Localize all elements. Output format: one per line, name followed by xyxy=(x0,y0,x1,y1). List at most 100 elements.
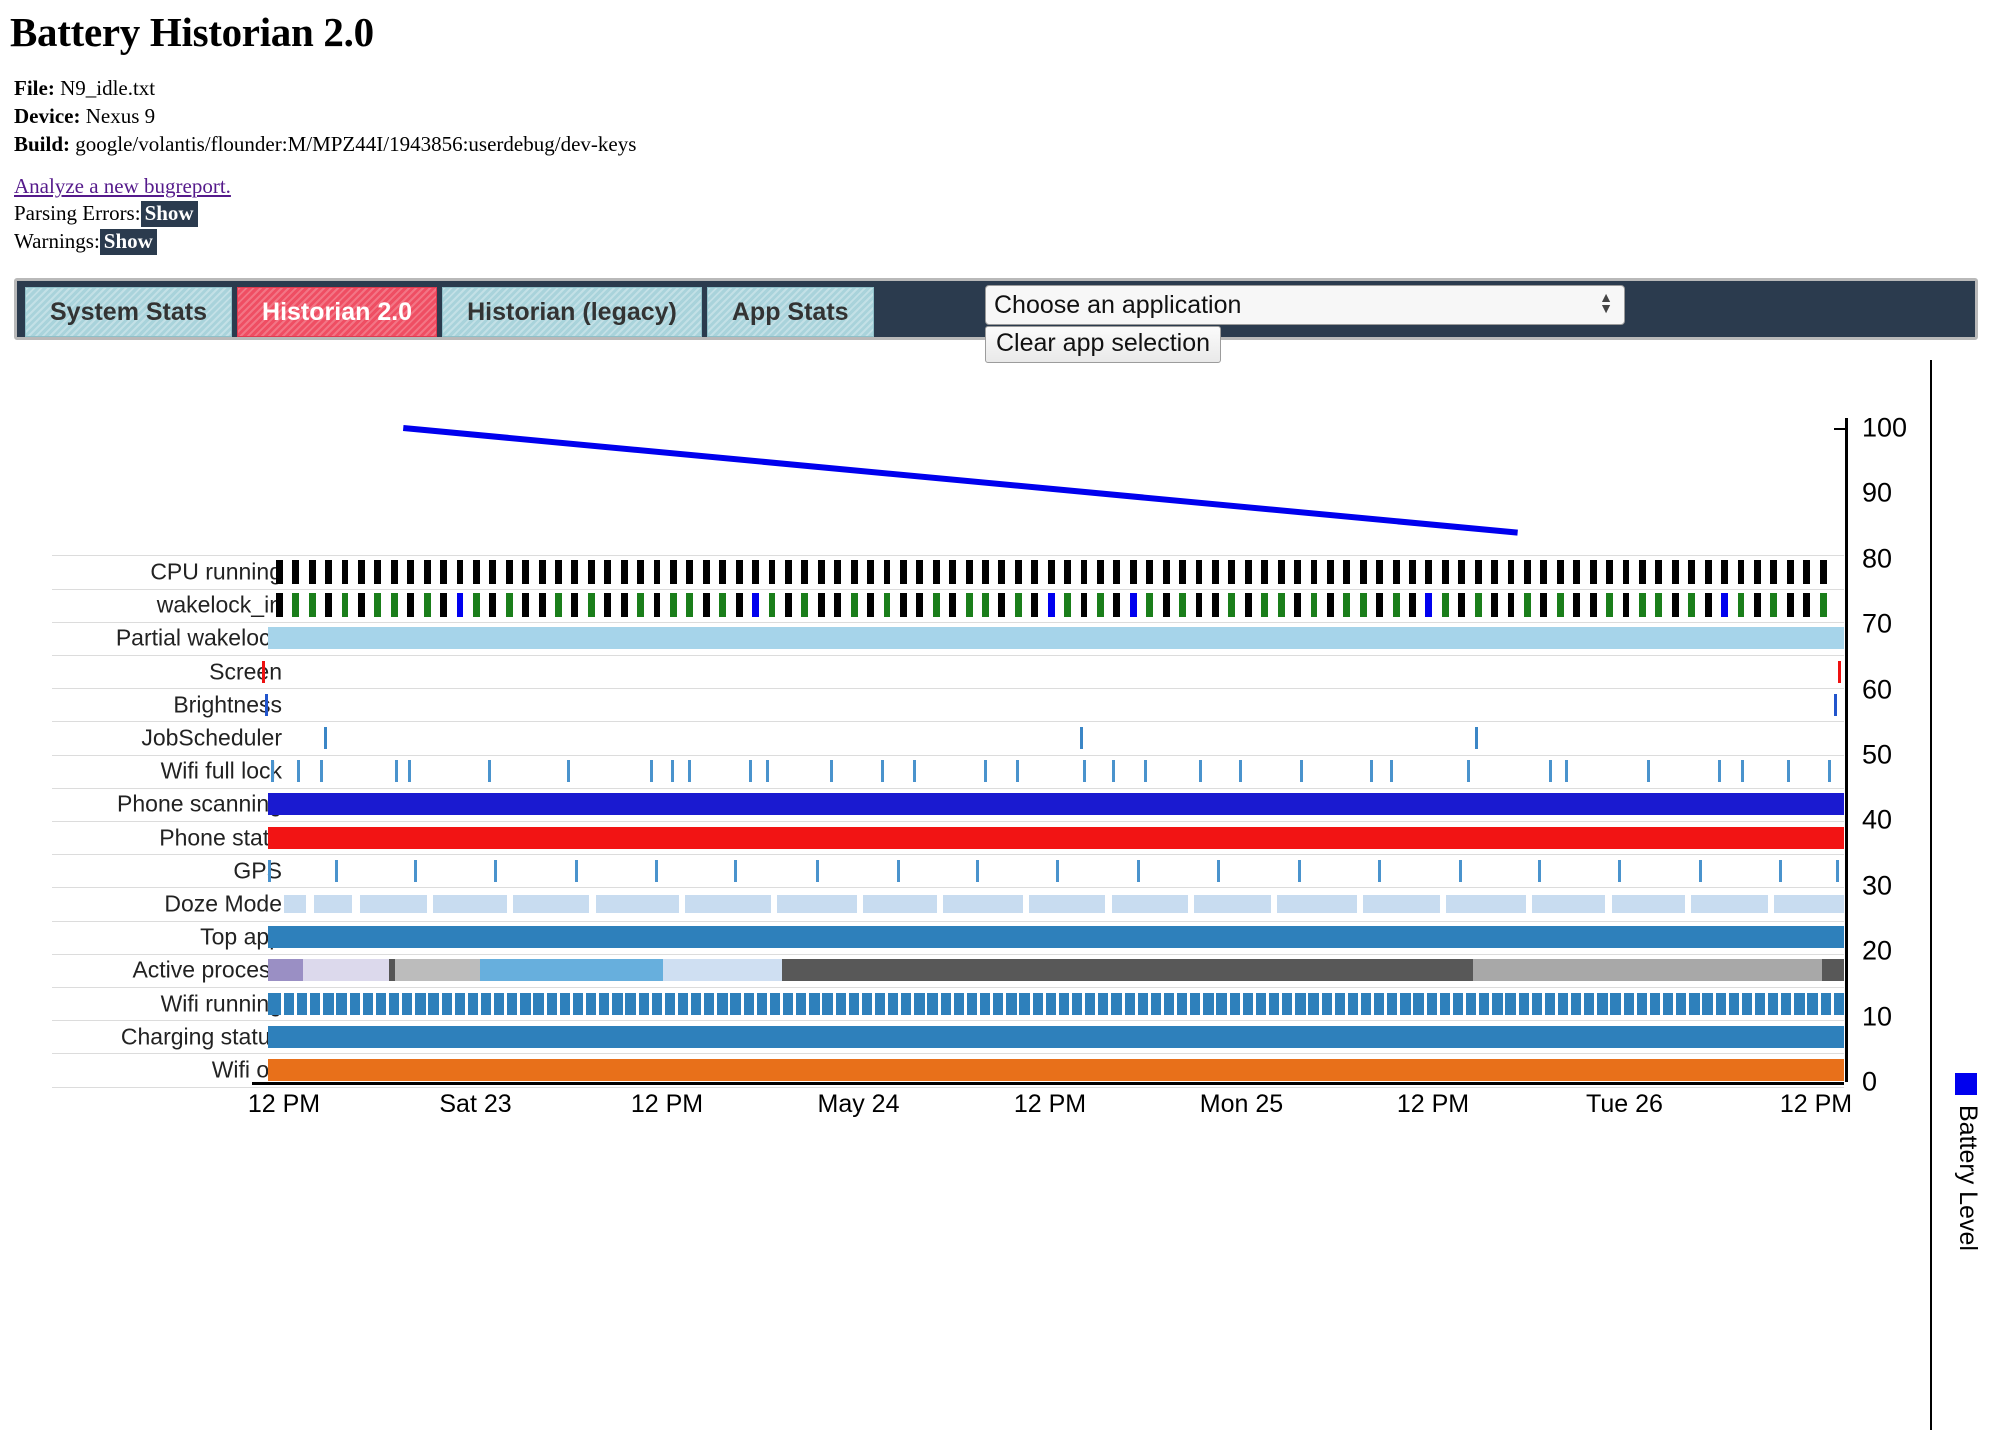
timeline-bar[interactable] xyxy=(728,993,731,1015)
timeline-bar[interactable] xyxy=(1240,993,1243,1015)
timeline-bar[interactable] xyxy=(1187,993,1190,1015)
timeline-bar[interactable] xyxy=(859,993,862,1015)
timeline-bar[interactable] xyxy=(1476,993,1479,1015)
timeline-bar[interactable] xyxy=(386,993,389,1015)
timeline-bar[interactable] xyxy=(1146,560,1153,584)
timeline-bar[interactable] xyxy=(1820,560,1827,584)
timeline-bar[interactable] xyxy=(1113,593,1120,617)
timeline-bar[interactable] xyxy=(358,560,365,584)
timeline-bar[interactable] xyxy=(816,860,819,882)
timeline-bar[interactable] xyxy=(1122,993,1125,1015)
timeline-bar[interactable] xyxy=(335,860,338,882)
timeline-bar[interactable] xyxy=(1573,593,1580,617)
timeline-bar[interactable] xyxy=(1606,593,1613,617)
timeline-bar[interactable] xyxy=(1639,593,1646,617)
timeline-bar[interactable] xyxy=(324,727,327,749)
timeline-bar[interactable] xyxy=(276,593,283,617)
timeline-bar[interactable] xyxy=(1345,993,1348,1015)
timeline-bar[interactable] xyxy=(555,560,562,584)
timeline-bar[interactable] xyxy=(557,993,560,1015)
timeline-bar[interactable] xyxy=(1311,560,1318,584)
timeline-bar[interactable] xyxy=(1397,993,1400,1015)
timeline-bar[interactable] xyxy=(990,993,993,1015)
timeline-bar[interactable] xyxy=(1016,760,1019,782)
timeline-bar[interactable] xyxy=(1590,560,1597,584)
timeline-bar[interactable] xyxy=(391,560,398,584)
timeline-bar[interactable] xyxy=(309,593,316,617)
timeline-bar[interactable] xyxy=(1370,760,1373,782)
timeline-bar[interactable] xyxy=(271,760,274,782)
timeline-bar[interactable] xyxy=(982,560,989,584)
timeline-bar[interactable] xyxy=(1327,560,1334,584)
timeline-bar[interactable] xyxy=(1741,760,1744,782)
timeline-bar[interactable] xyxy=(334,993,337,1015)
timeline-bar[interactable] xyxy=(570,993,573,1015)
timeline-bar[interactable] xyxy=(395,760,398,782)
timeline-bar[interactable] xyxy=(294,993,297,1015)
timeline-bar[interactable] xyxy=(268,860,271,882)
timeline-bar[interactable] xyxy=(440,593,447,617)
timeline-bar[interactable] xyxy=(1306,993,1309,1015)
timeline-bar[interactable] xyxy=(1043,993,1046,1015)
timeline-bar[interactable] xyxy=(284,895,306,913)
timeline-bar[interactable] xyxy=(1778,993,1781,1015)
timeline-bar[interactable] xyxy=(1634,993,1637,1015)
timeline-bar[interactable] xyxy=(424,593,431,617)
timeline-bar[interactable] xyxy=(1031,560,1038,584)
timeline-bar[interactable] xyxy=(1360,593,1367,617)
timeline-bar[interactable] xyxy=(325,593,332,617)
timeline-bar[interactable] xyxy=(1332,993,1335,1015)
timeline-bar[interactable] xyxy=(588,593,595,617)
timeline-bar[interactable] xyxy=(303,959,389,981)
timeline-bar[interactable] xyxy=(1146,593,1153,617)
timeline-bar[interactable] xyxy=(1557,593,1564,617)
warnings-show-button[interactable]: Show xyxy=(100,229,157,255)
timeline-bar[interactable] xyxy=(1425,593,1432,617)
timeline-bar[interactable] xyxy=(604,593,611,617)
timeline-bar[interactable] xyxy=(736,560,743,584)
timeline-bar[interactable] xyxy=(1524,593,1531,617)
timeline-bar[interactable] xyxy=(1200,993,1203,1015)
timeline-bar[interactable] xyxy=(736,593,743,617)
timeline-bar[interactable] xyxy=(703,593,710,617)
timeline-bar[interactable] xyxy=(1064,560,1071,584)
timeline-bar[interactable] xyxy=(1163,593,1170,617)
timeline-bar[interactable] xyxy=(1532,895,1605,913)
timeline-bar[interactable] xyxy=(506,593,513,617)
timeline-bar[interactable] xyxy=(1319,993,1322,1015)
timeline-bar[interactable] xyxy=(1573,560,1580,584)
timeline-bar[interactable] xyxy=(373,993,376,1015)
timeline-bar[interactable] xyxy=(1459,860,1462,882)
timeline-bar[interactable] xyxy=(637,593,644,617)
timeline-bar[interactable] xyxy=(1424,993,1427,1015)
timeline-bar[interactable] xyxy=(1343,593,1350,617)
timeline-bar[interactable] xyxy=(1376,560,1383,584)
timeline-bar[interactable] xyxy=(1621,993,1624,1015)
timeline-bar[interactable] xyxy=(1688,593,1695,617)
timeline-bar[interactable] xyxy=(1253,993,1256,1015)
timeline-bar[interactable] xyxy=(1738,593,1745,617)
timeline-bar[interactable] xyxy=(1770,560,1777,584)
timeline-bar[interactable] xyxy=(636,993,639,1015)
timeline-bar[interactable] xyxy=(360,895,427,913)
timeline-bar[interactable] xyxy=(1779,860,1782,882)
timeline-bar[interactable] xyxy=(1508,560,1515,584)
timeline-bar[interactable] xyxy=(686,560,693,584)
timeline-bar[interactable] xyxy=(1581,993,1584,1015)
timeline-bar[interactable] xyxy=(433,895,506,913)
timeline-bar[interactable] xyxy=(1390,760,1393,782)
timeline-bar[interactable] xyxy=(1113,560,1120,584)
timeline-bar[interactable] xyxy=(374,593,381,617)
timeline-bar[interactable] xyxy=(571,593,578,617)
timeline-bar[interactable] xyxy=(671,760,674,782)
timeline-bar[interactable] xyxy=(1503,993,1506,1015)
timeline-bar[interactable] xyxy=(834,593,841,617)
timeline-bar[interactable] xyxy=(741,993,744,1015)
timeline-bar[interactable] xyxy=(1765,993,1768,1015)
timeline-bar[interactable] xyxy=(452,993,455,1015)
timeline-bar[interactable] xyxy=(531,993,534,1015)
timeline-bar[interactable] xyxy=(1442,560,1449,584)
timeline-bar[interactable] xyxy=(342,593,349,617)
timeline-bar[interactable] xyxy=(801,560,808,584)
timeline-bar[interactable] xyxy=(863,895,936,913)
